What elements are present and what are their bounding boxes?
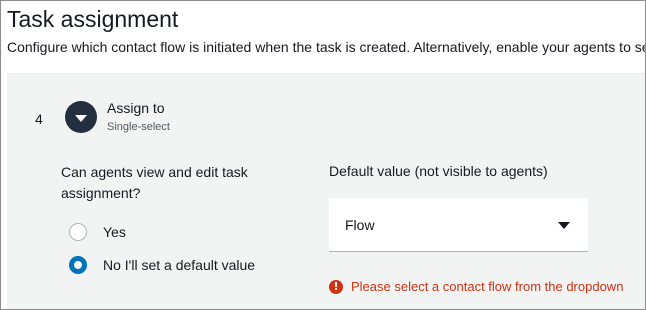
validation-error: ! Please select a contact flow from the … [329, 279, 623, 294]
permission-question: Can agents view and edit task assignment… [61, 164, 248, 201]
default-value-label: Default value (not visible to agents) [329, 163, 548, 179]
field-number: 4 [35, 111, 43, 127]
radio-button-no-default[interactable] [69, 256, 87, 274]
default-value-dropdown[interactable]: Flow [329, 198, 588, 252]
radio-option-no-default[interactable]: No I'll set a default value [69, 256, 255, 274]
chevron-down-icon [558, 222, 570, 229]
page-description: Configure which contact flow is initiate… [7, 39, 646, 55]
header: Task assignment Configure which contact … [7, 5, 646, 56]
collapse-toggle-button[interactable] [65, 101, 97, 133]
page-title: Task assignment [7, 6, 179, 32]
task-assignment-window: Task assignment Configure which contact … [0, 0, 646, 310]
radio-button-yes[interactable] [69, 223, 87, 241]
caret-down-icon [75, 114, 87, 122]
radio-option-yes[interactable]: Yes [69, 223, 126, 241]
radio-label-yes: Yes [103, 224, 126, 240]
field-type: Single-select [107, 121, 170, 133]
dropdown-selected-value: Flow [345, 216, 375, 233]
error-message: Please select a contact flow from the dr… [351, 279, 624, 294]
error-icon: ! [329, 279, 343, 294]
radio-label-no-default: No I'll set a default value [103, 257, 256, 273]
field-panel: 4 Assign to Single-select Can agents vie… [7, 73, 645, 309]
field-name: Assign to [107, 100, 165, 116]
